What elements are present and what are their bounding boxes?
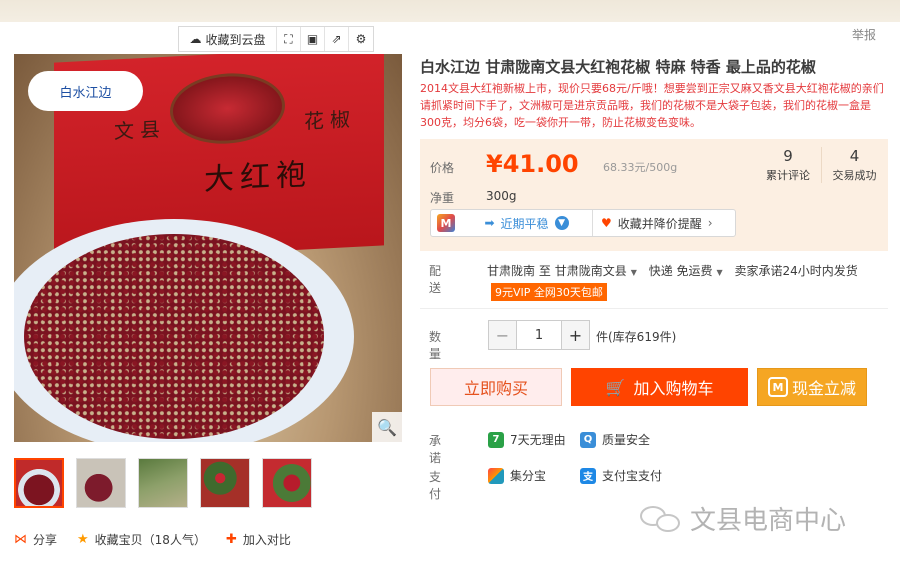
- watermark-text: 文县电商中心: [690, 506, 847, 536]
- share-button[interactable]: ⋈ 分享: [14, 531, 57, 548]
- product-title: 白水江边 甘肃陇南文县大红袍花椒 特麻 特香 最上品的花椒: [420, 58, 816, 76]
- heart-icon: ♥: [601, 216, 612, 230]
- add-to-cart-label: 加入购物车: [633, 379, 714, 398]
- quality-label: 质量安全: [602, 433, 651, 447]
- main-product-image[interactable]: 白水江边 文县 花椒 大红袍 🔍: [14, 54, 402, 442]
- top-banner: [0, 0, 900, 22]
- box-window: [170, 70, 285, 147]
- thumbnail-strip: [14, 458, 312, 508]
- deals-stat[interactable]: 4 交易成功: [821, 147, 887, 183]
- seven-day-return[interactable]: 7 7天无理由: [488, 431, 566, 448]
- vip-badge[interactable]: 9元VIP 全网30天包邮: [491, 283, 607, 301]
- favorite-label: 收藏宝贝（18人气）: [94, 533, 206, 547]
- thumbnail-3[interactable]: [138, 458, 188, 508]
- jifenbao-payment[interactable]: 集分宝: [488, 467, 546, 484]
- alipay-payment[interactable]: 支 支付宝支付: [580, 467, 662, 484]
- cloud-toolbar: ☁ 收藏到云盘 ⛶ ▣ ⇗ ⚙: [178, 26, 374, 52]
- stock-text: 件(库存619件): [596, 330, 677, 344]
- ship-to-select[interactable]: 甘肃陇南文县: [555, 264, 627, 278]
- weight-value: 300g: [486, 189, 517, 203]
- chevron-down-icon: ▼: [630, 268, 637, 277]
- zoom-icon[interactable]: 🔍: [372, 412, 402, 442]
- increment-button[interactable]: +: [562, 321, 589, 349]
- commitment-label: 承诺: [429, 434, 442, 465]
- chevron-right-icon: ›: [707, 216, 713, 230]
- alipay-label: 支付宝支付: [602, 469, 663, 483]
- share-out-icon[interactable]: ⇗: [325, 27, 349, 51]
- seven-day-label: 7天无理由: [510, 433, 566, 447]
- jifenbao-icon: [488, 467, 504, 484]
- thumbnail-2[interactable]: [76, 458, 126, 508]
- arrow-right-icon: ➡: [484, 216, 495, 230]
- gear-icon[interactable]: ⚙: [349, 27, 373, 51]
- report-link[interactable]: 举报: [852, 26, 876, 43]
- box-text-right: 花椒: [304, 106, 356, 134]
- fullscreen-icon[interactable]: ⛶: [277, 27, 301, 51]
- divider: [420, 308, 888, 309]
- ship-method-select[interactable]: 快递 免运费: [649, 264, 713, 278]
- ship-promise: 卖家承诺24小时内发货: [734, 264, 858, 278]
- weight-label: 净重: [430, 191, 455, 205]
- price-value: ¥41.00: [486, 150, 579, 178]
- compare-label: 加入对比: [242, 533, 291, 547]
- jifenbao-label: 集分宝: [510, 469, 547, 483]
- watermark: 文县电商中心: [640, 500, 846, 537]
- plus-icon: ✚: [225, 532, 237, 547]
- reviews-count: 9: [783, 147, 793, 165]
- ship-to-word: 至: [538, 264, 551, 278]
- save-to-cloud-button[interactable]: ☁ 收藏到云盘: [179, 27, 277, 51]
- bottom-actions: ⋈ 分享 ★ 收藏宝贝（18人气） ✚ 加入对比: [14, 531, 291, 548]
- wechat-icon: [640, 504, 682, 534]
- ship-from: 甘肃陇南: [487, 264, 536, 278]
- thumbnail-5[interactable]: [262, 458, 312, 508]
- reviews-stat[interactable]: 9 累计评论: [755, 147, 821, 183]
- save-to-cloud-label: 收藏到云盘: [205, 32, 266, 47]
- deals-count: 4: [849, 147, 860, 165]
- cloud-icon: ☁: [189, 32, 202, 46]
- add-to-cart-button[interactable]: 🛒 加入购物车: [571, 368, 748, 406]
- decrement-button[interactable]: −: [489, 321, 516, 349]
- chevron-down-icon: ▼: [716, 268, 723, 277]
- cash-discount-label: 现金立减: [791, 379, 856, 398]
- cart-icon: 🛒: [605, 377, 626, 397]
- trend-logo-icon: M: [431, 210, 461, 236]
- quantity-stepper: − 1 +: [488, 320, 590, 350]
- quality-safety[interactable]: Q 质量安全: [580, 431, 650, 448]
- thumbnail-4[interactable]: [200, 458, 250, 508]
- share-label: 分享: [33, 533, 58, 547]
- shipping-label: 配送: [429, 264, 442, 295]
- box-text-left: 文县: [114, 116, 166, 144]
- trend-dropdown[interactable]: ➡ 近期平稳 ▼: [461, 210, 593, 236]
- peppercorn-pile: [24, 234, 324, 439]
- chevron-down-icon: ▼: [554, 216, 569, 230]
- brand-logo: 白水江边: [28, 70, 143, 111]
- share-icon: ⋈: [14, 532, 27, 547]
- buy-now-button[interactable]: 立即购买: [430, 368, 562, 406]
- compare-button[interactable]: ✚ 加入对比: [226, 531, 291, 548]
- product-subtitle: 2014文县大红袍新椒上市，现价只要68元/斤哦！想要尝到正宗又麻又香文县大红袍…: [420, 82, 884, 129]
- payment-label: 支付: [429, 470, 442, 501]
- price-trend-bar: M ➡ 近期平稳 ▼ ♥ 收藏并降价提醒 ›: [430, 209, 736, 237]
- save-icon[interactable]: ▣: [301, 27, 325, 51]
- reviews-label: 累计评论: [766, 169, 810, 182]
- m-logo-icon: M: [767, 377, 788, 397]
- shipping-info: 甘肃陇南 至 甘肃陇南文县 ▼ 快递 免运费 ▼ 卖家承诺24小时内发货: [487, 262, 858, 279]
- price-label: 价格: [430, 161, 455, 175]
- thumbnail-1[interactable]: [14, 458, 64, 508]
- favorite-button[interactable]: ★ 收藏宝贝（18人气）: [77, 531, 206, 548]
- deals-label: 交易成功: [832, 169, 877, 182]
- quantity-input[interactable]: 1: [516, 321, 562, 349]
- box-text-center: 大红袍: [204, 157, 312, 198]
- quantity-label: 数量: [429, 330, 442, 361]
- favorite-alert-label: 收藏并降价提醒: [617, 216, 702, 231]
- unit-price: 68.33元/500g: [603, 161, 678, 174]
- alipay-icon: 支: [580, 467, 596, 484]
- trend-label: 近期平稳: [500, 216, 549, 231]
- star-icon: ★: [77, 532, 89, 547]
- cash-discount-button[interactable]: M 现金立减: [757, 368, 867, 406]
- seven-day-icon: 7: [488, 431, 504, 448]
- favorite-alert-button[interactable]: ♥ 收藏并降价提醒 ›: [593, 215, 735, 232]
- price-box: 价格 ¥41.00 68.33元/500g 9 累计评论 4 交易成功 净重 3…: [420, 139, 888, 251]
- quality-icon: Q: [580, 431, 596, 448]
